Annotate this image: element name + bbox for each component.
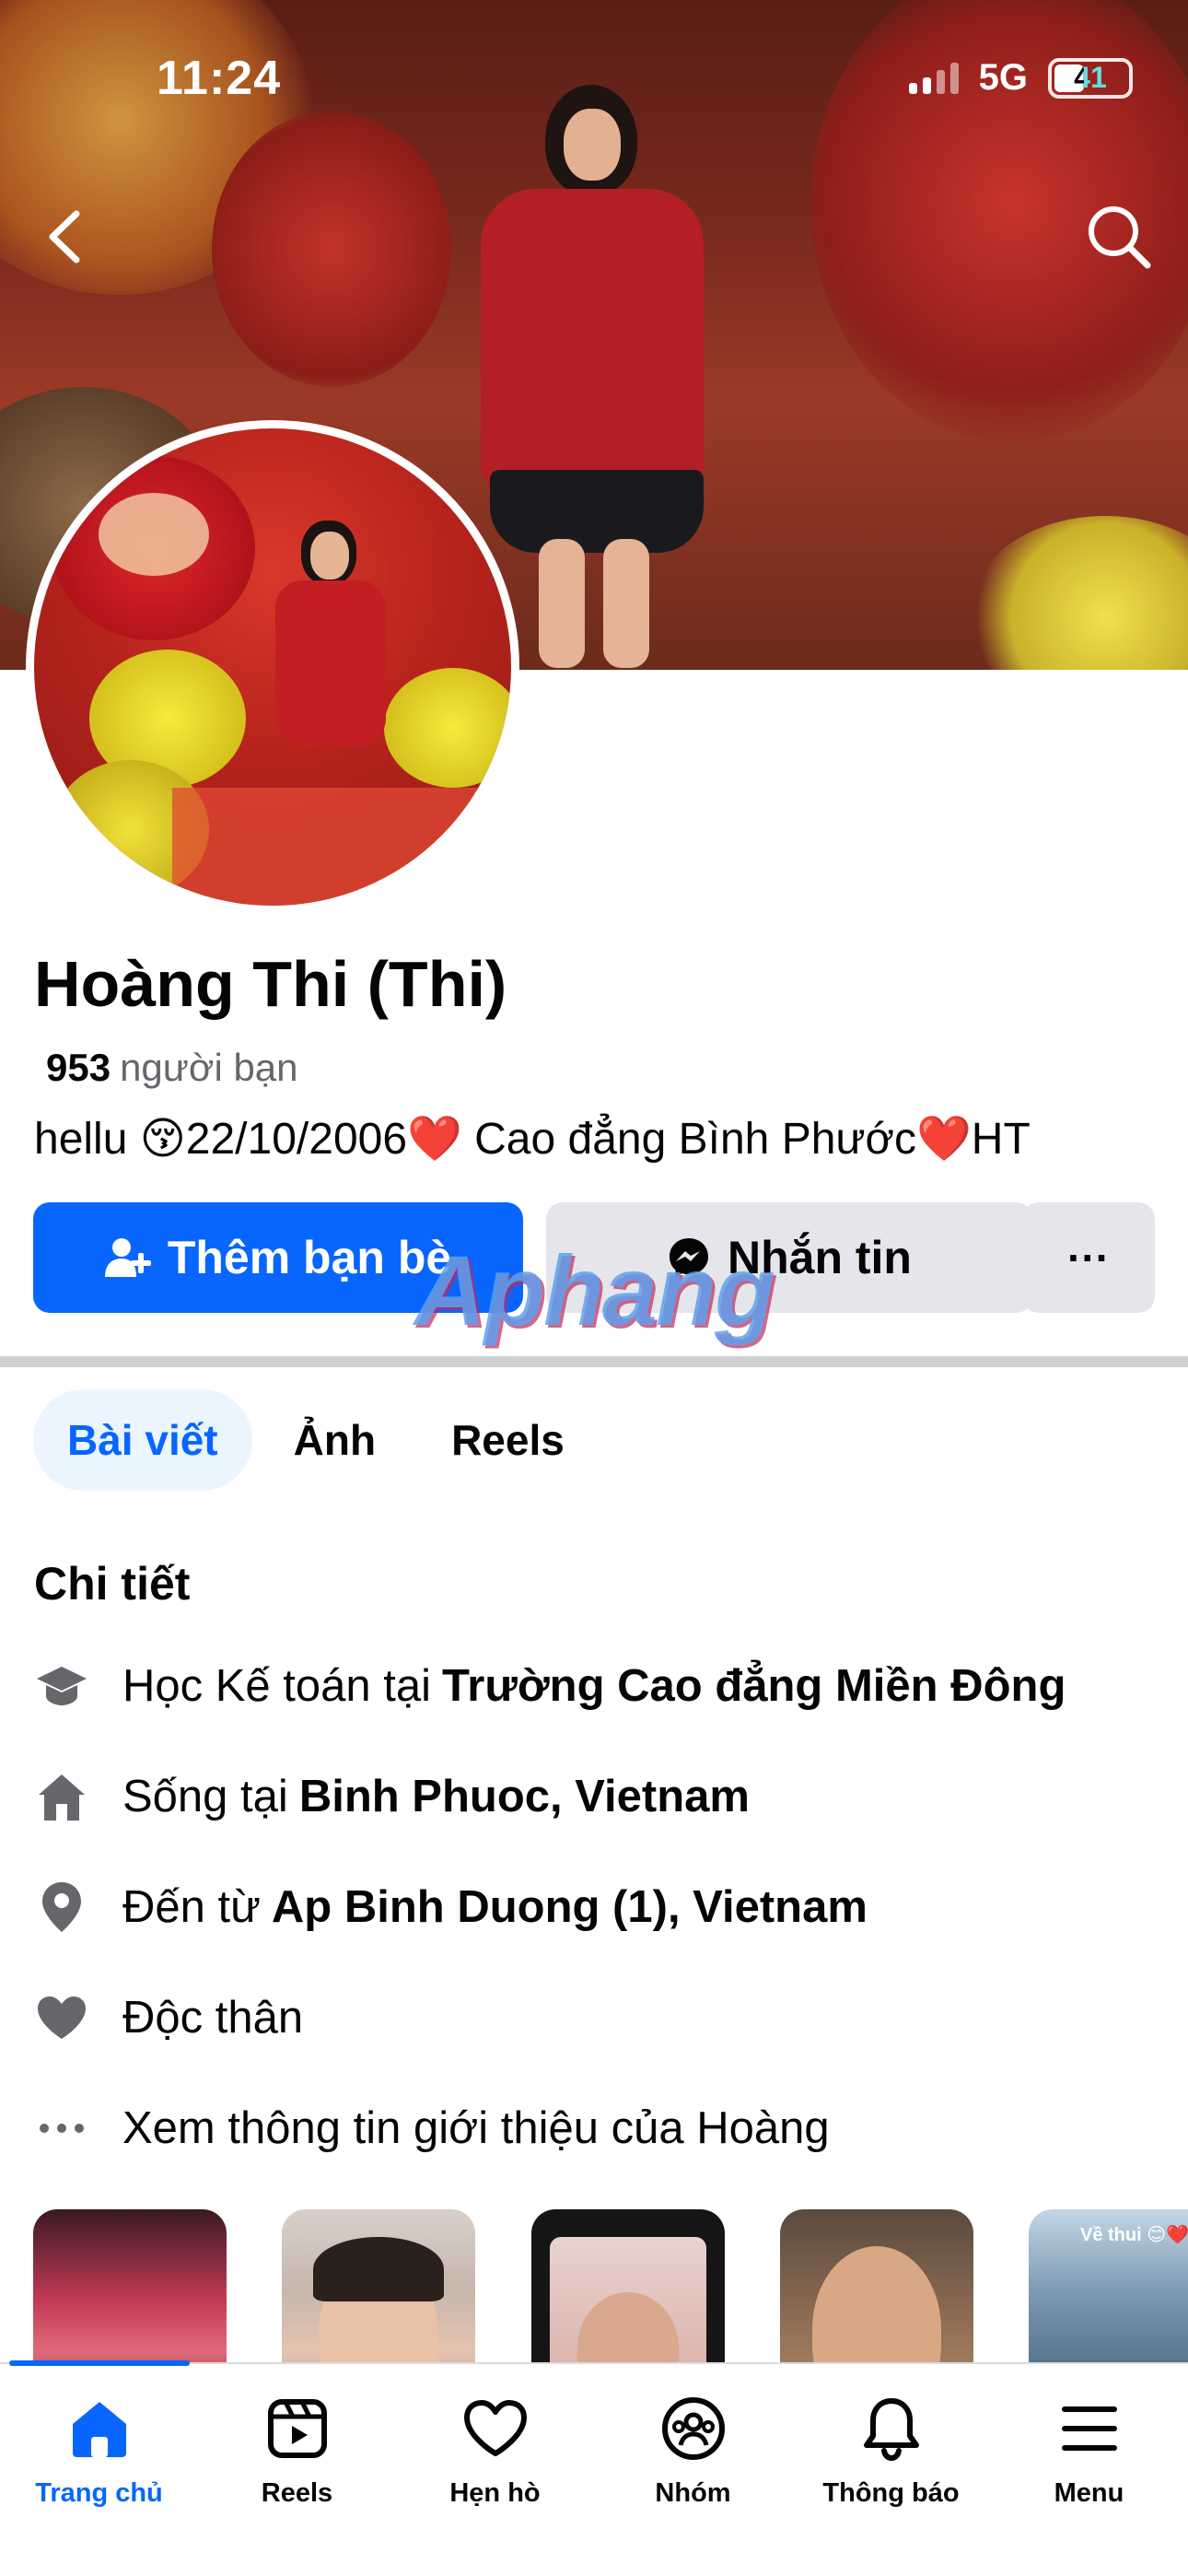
home-icon [34,1769,89,1824]
nav-dating[interactable]: Hẹn hò [396,2392,594,2509]
more-dots-icon: ··· [1067,1234,1110,1282]
friends-label: người bạn [120,1046,298,1089]
featured-item[interactable] [33,2209,227,2366]
nav-home[interactable]: Trang chủ [0,2392,198,2509]
nav-groups-label: Nhóm [655,2478,731,2508]
dating-heart-icon [459,2392,532,2465]
signal-icon [908,62,959,94]
detail-education: Học Kế toán tại Trường Cao đẳng Miền Đôn… [34,1649,1066,1723]
heart-icon [34,1990,89,2045]
bottom-navigation: Trang chủ Reels Hẹn hò Nhóm Thông báo Me… [0,2360,1188,2576]
detail-from: Đến từ Ap Binh Duong (1), Vietnam [34,1870,868,1944]
featured-item[interactable] [780,2209,973,2366]
nav-reels-label: Reels [261,2478,333,2508]
see-about-info-link[interactable]: Xem thông tin giới thiệu của Hoàng [34,2091,830,2165]
profile-name: Hoàng Thi (Thi) [34,948,507,1020]
featured-item[interactable]: Về thui 😊❤️ [1029,2209,1188,2366]
details-title: Chi tiết [34,1558,191,1610]
tab-photos[interactable]: Ảnh [260,1389,410,1491]
more-options-button[interactable]: ··· [1022,1202,1155,1313]
featured-item[interactable] [282,2209,475,2366]
section-divider [0,1356,1188,1367]
graduation-cap-icon [34,1658,89,1714]
nav-groups[interactable]: Nhóm [594,2392,792,2509]
nav-reels[interactable]: Reels [198,2392,396,2509]
friends-count[interactable]: 953 người bạn [46,1046,298,1090]
tab-reels[interactable]: Reels [417,1389,599,1491]
watermark: Aphang [414,1235,775,1346]
profile-tabs: Bài viết Ảnh Reels [33,1389,606,1491]
detail-lives-in-prefix: Sống tại [122,1772,288,1821]
profile-bio: hellu 😚22/10/2006❤️ Cao đẳng Bình Phước❤… [34,1115,1031,1164]
detail-from-value[interactable]: Ap Binh Duong (1), Vietnam [272,1881,868,1933]
battery-level: 41 [1074,61,1107,94]
active-tab-indicator [9,2360,190,2366]
profile-avatar[interactable] [26,420,519,914]
back-button[interactable] [23,195,106,278]
bell-icon [855,2392,928,2465]
status-bar: 11:24 5G 41 [0,0,1188,138]
nav-dating-label: Hẹn hò [449,2478,541,2508]
status-time: 11:24 [157,52,282,105]
see-about-info-label: Xem thông tin giới thiệu của Hoàng [122,2103,830,2153]
nav-home-label: Trang chủ [35,2478,163,2508]
nav-notifications[interactable]: Thông báo [792,2392,990,2509]
detail-relationship: Độc thân [34,1981,303,2055]
detail-education-prefix: Học Kế toán tại [122,1661,432,1711]
more-dots-icon [34,2101,89,2156]
featured-strip: Về thui 😊❤️ [33,2209,1188,2366]
detail-lives-in-value[interactable]: Binh Phuoc, Vietnam [299,1771,750,1822]
groups-icon [657,2392,730,2465]
add-friend-label: Thêm bạn bè [167,1232,452,1283]
featured-caption: Về thui 😊❤️ [1080,2225,1188,2245]
network-type: 5G [978,57,1028,98]
search-button[interactable] [1077,195,1160,278]
detail-lives-in: Sống tại Binh Phuoc, Vietnam [34,1760,750,1833]
search-icon [1089,206,1151,269]
battery-icon: 41 [1048,57,1133,99]
detail-relationship-label: Độc thân [122,1993,304,2043]
location-pin-icon [34,1879,89,1935]
tab-posts[interactable]: Bài viết [33,1389,252,1491]
nav-menu[interactable]: Menu [990,2392,1188,2509]
hamburger-icon [1053,2392,1126,2465]
home-icon [63,2392,136,2465]
friends-number: 953 [46,1046,111,1089]
detail-education-value[interactable]: Trường Cao đẳng Miền Đông [442,1660,1066,1712]
reels-icon [261,2392,334,2465]
nav-notifications-label: Thông báo [822,2478,960,2508]
add-friend-icon [104,1238,151,1277]
featured-item[interactable] [531,2209,725,2366]
detail-from-prefix: Đến từ [122,1882,261,1932]
nav-menu-label: Menu [1054,2478,1124,2508]
chevron-left-icon [49,210,80,263]
